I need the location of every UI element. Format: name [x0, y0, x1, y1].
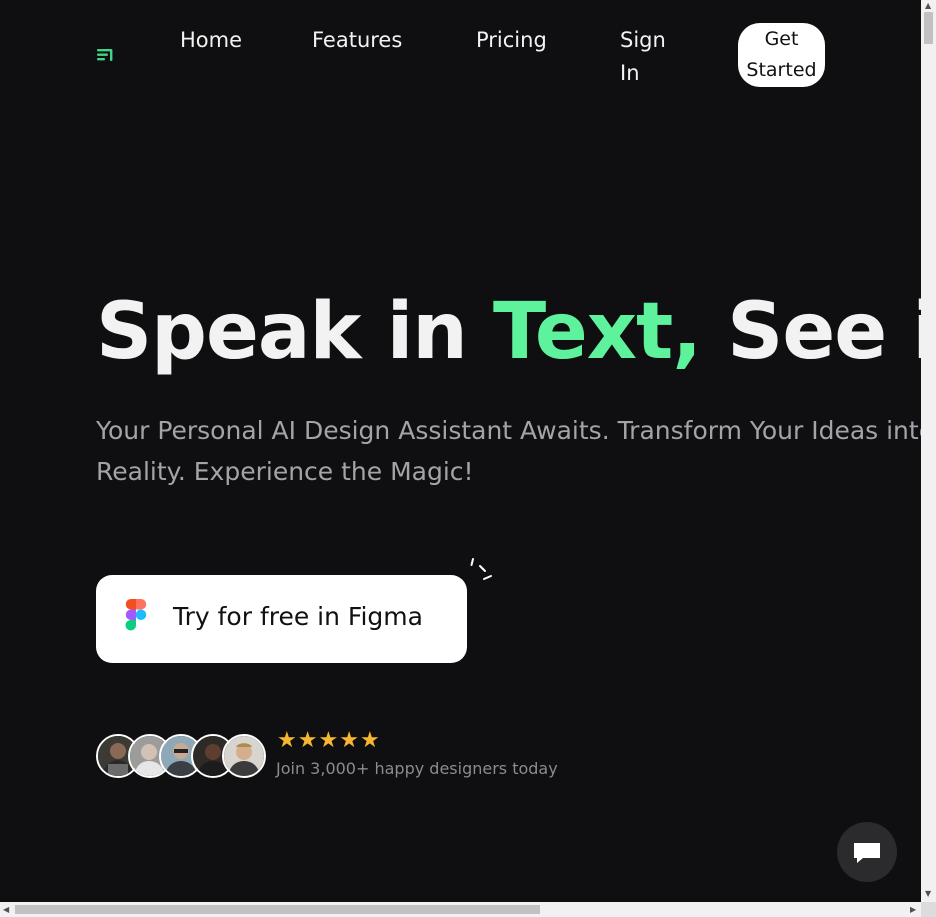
social-proof-text: Join 3,000+ happy designers today: [276, 759, 558, 778]
hero-headline: Speak in Text, See in D: [96, 282, 921, 382]
headline-accent-1: Text,: [493, 287, 702, 377]
scroll-right-arrow-icon[interactable]: ▶: [910, 906, 916, 914]
star-icon: ★: [318, 728, 340, 753]
star-icon: ★: [339, 728, 360, 753]
avatar-group: [96, 734, 266, 778]
try-figma-label: Try for free in Figma: [173, 602, 423, 631]
try-figma-button[interactable]: Try for free in Figma: [96, 575, 467, 663]
star-icon: ★: [277, 728, 298, 753]
scroll-left-arrow-icon[interactable]: ◀: [3, 906, 9, 914]
horizontal-scrollbar[interactable]: ◀ ▶: [0, 902, 921, 917]
nav-link-pricing[interactable]: Pricing: [476, 24, 547, 57]
headline-part-2: See in: [727, 287, 921, 377]
nav-link-home[interactable]: Home: [180, 24, 242, 57]
headline-part-1: Speak in: [96, 287, 493, 377]
sparkle-icon: [470, 558, 492, 580]
chat-button[interactable]: [837, 822, 897, 882]
figma-icon: [125, 599, 147, 631]
vertical-scroll-thumb[interactable]: [924, 12, 933, 44]
star-icon: ★: [297, 728, 319, 753]
star-icon: ★: [359, 728, 381, 753]
scroll-up-arrow-icon[interactable]: ▲: [925, 2, 931, 10]
nav-link-features[interactable]: Features: [312, 24, 402, 57]
hero-subtitle: Your Personal AI Design Assistant Awaits…: [96, 416, 921, 486]
avatar: [222, 734, 266, 778]
horizontal-scroll-thumb[interactable]: [15, 905, 540, 914]
scroll-down-arrow-icon[interactable]: ▼: [925, 890, 931, 898]
rating-stars: ★★★★★: [277, 728, 381, 754]
page: Home Features Pricing Sign In Get Starte…: [0, 0, 921, 902]
nav-link-sign-in[interactable]: Sign In: [620, 24, 680, 90]
get-started-button[interactable]: Get Started: [738, 23, 825, 87]
vertical-scrollbar[interactable]: ▲ ▼: [921, 0, 936, 902]
scrollbar-corner: [921, 902, 936, 917]
chat-bubble-icon: [854, 843, 880, 863]
lines-logo-icon[interactable]: [96, 46, 114, 64]
